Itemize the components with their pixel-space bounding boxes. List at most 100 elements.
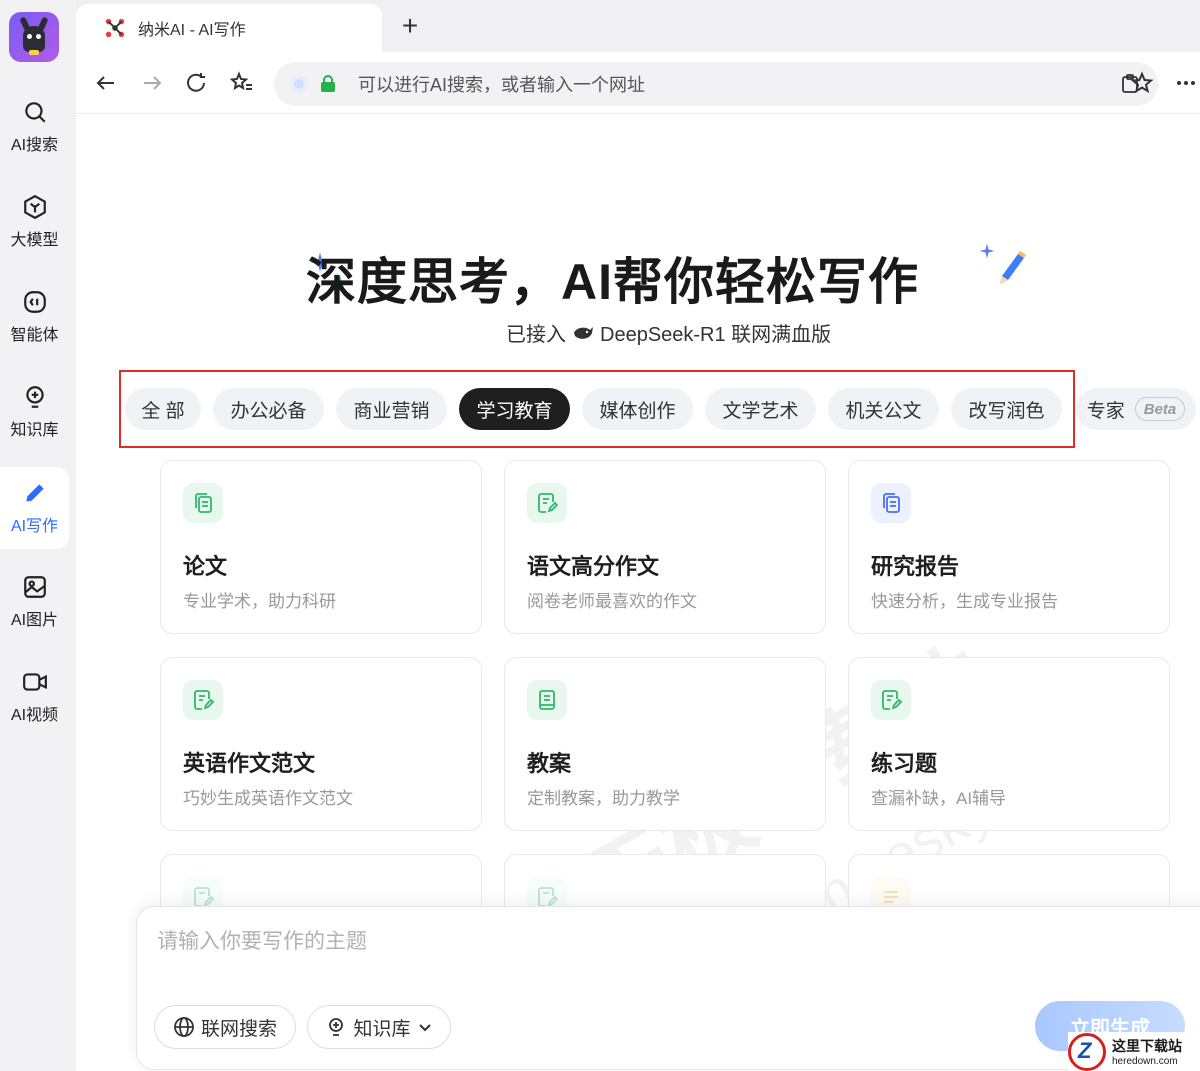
card-desc: 快速分析，生成专业报告 bbox=[871, 592, 1058, 611]
card-desc: 阅卷老师最喜欢的作文 bbox=[527, 592, 697, 611]
chevron-down-icon bbox=[418, 1024, 431, 1032]
globe-icon bbox=[174, 1017, 194, 1037]
sidebar-item-ai-search[interactable]: AI搜索 bbox=[0, 86, 69, 168]
card-title: 研究报告 bbox=[871, 554, 960, 579]
category-expert-label: 专家 bbox=[1086, 400, 1125, 422]
edit-note-icon bbox=[538, 887, 558, 907]
writing-input-panel: 联网搜索 知识库 立即生成 bbox=[136, 906, 1200, 1070]
card-lesson-plan[interactable]: 教案 定制教案，助力教学 bbox=[504, 657, 826, 831]
card-desc: 巧妙生成英语作文范文 bbox=[183, 789, 353, 808]
web-search-toggle[interactable]: 联网搜索 bbox=[154, 1005, 296, 1049]
tab-title: 纳米AI - AI写作 bbox=[138, 22, 246, 39]
more-dots-icon bbox=[1177, 81, 1195, 85]
model-cube-icon bbox=[23, 194, 46, 220]
badge-cn: 这里下载站 bbox=[1112, 1038, 1182, 1054]
edit-note-icon bbox=[194, 690, 214, 710]
sidebar-item-ai-video[interactable]: AI视频 bbox=[0, 656, 69, 738]
category-rewrite[interactable]: 改写润色 bbox=[951, 388, 1062, 430]
card-title: 练习题 bbox=[871, 751, 938, 776]
card-title: 英语作文范文 bbox=[183, 751, 316, 776]
sidebar-item-label: AI视频 bbox=[10, 707, 59, 724]
favorites-list-button[interactable] bbox=[228, 69, 256, 97]
list-icon bbox=[884, 891, 898, 903]
category-literature[interactable]: 文学艺术 bbox=[705, 388, 816, 430]
card-desc: 定制教案，助力教学 bbox=[527, 789, 680, 808]
nami-logo-icon bbox=[105, 18, 125, 38]
arrow-right-icon bbox=[144, 76, 162, 90]
back-button[interactable] bbox=[92, 69, 120, 97]
video-icon bbox=[22, 673, 47, 691]
hero-title: 深度思考，AI帮你轻松写作 bbox=[306, 254, 919, 310]
lightbulb-icon bbox=[25, 386, 44, 408]
search-icon bbox=[24, 102, 46, 123]
card-thesis[interactable]: 论文 专业学术，助力科研 bbox=[160, 460, 482, 634]
agent-icon bbox=[23, 291, 46, 313]
deepseek-whale-icon bbox=[574, 326, 593, 339]
edit-note-icon bbox=[538, 493, 558, 513]
star-list-icon bbox=[230, 71, 252, 91]
hero-subtitle: 已接入 DeepSeek-R1 联网满血版 bbox=[506, 318, 831, 347]
beta-badge: Beta bbox=[1134, 397, 1186, 421]
reload-icon bbox=[187, 73, 205, 92]
badge-en: heredown.com bbox=[1112, 1056, 1178, 1067]
sidebar-item-label: 知识库 bbox=[10, 422, 59, 439]
site-watermark-badge: Z 这里下载站 heredown.com bbox=[1068, 1032, 1200, 1071]
sidebar-item-label: 大模型 bbox=[10, 232, 59, 249]
card-title: 语文高分作文 bbox=[527, 554, 660, 579]
category-expert[interactable]: 专家 Beta bbox=[1076, 388, 1196, 430]
document-copy-icon bbox=[195, 493, 212, 513]
category-all[interactable]: 全 部 bbox=[125, 388, 201, 430]
card-chinese-essay[interactable]: 语文高分作文 阅卷老师最喜欢的作文 bbox=[504, 460, 826, 634]
knowledge-base-dropdown[interactable]: 知识库 bbox=[307, 1005, 451, 1049]
card-title: 论文 bbox=[183, 554, 228, 579]
address-bar[interactable]: 可以进行AI搜索，或者输入一个网址 bbox=[274, 62, 1158, 106]
category-marketing[interactable]: 商业营销 bbox=[336, 388, 447, 430]
sidebar-item-model[interactable]: 大模型 bbox=[0, 181, 69, 263]
edit-note-icon bbox=[882, 690, 902, 710]
address-placeholder: 可以进行AI搜索，或者输入一个网址 bbox=[358, 75, 646, 95]
knowledge-label: 知识库 bbox=[353, 1018, 411, 1040]
report-copy-icon bbox=[883, 493, 900, 513]
browser-tab[interactable]: 纳米AI - AI写作 bbox=[76, 4, 382, 52]
sidebar-item-ai-image[interactable]: AI图片 bbox=[0, 561, 69, 643]
tab-bar: 纳米AI - AI写作 + bbox=[76, 0, 1200, 52]
forward-button[interactable] bbox=[138, 69, 166, 97]
card-desc: 专业学术，助力科研 bbox=[183, 592, 336, 611]
sidebar-item-label: AI搜索 bbox=[10, 137, 59, 154]
web-search-label: 联网搜索 bbox=[200, 1018, 277, 1040]
category-official-docs[interactable]: 机关公文 bbox=[828, 388, 939, 430]
card-desc: 查漏补缺，AI辅导 bbox=[871, 789, 1007, 808]
pencil-decor-icon bbox=[1000, 251, 1026, 284]
bookmark-button[interactable] bbox=[1128, 69, 1156, 97]
browser-toolbar: 可以进行AI搜索，或者输入一个网址 bbox=[76, 52, 1200, 114]
star-icon bbox=[1130, 71, 1154, 94]
lock-icon bbox=[321, 75, 335, 92]
card-exercises[interactable]: 练习题 查漏补缺，AI辅导 bbox=[848, 657, 1170, 831]
search-engine-icon bbox=[290, 75, 308, 93]
app-logo[interactable] bbox=[9, 12, 59, 62]
sidebar-item-agent[interactable]: 智能体 bbox=[0, 276, 69, 358]
image-icon bbox=[23, 576, 46, 598]
new-tab-button[interactable]: + bbox=[396, 12, 424, 40]
sidebar-item-knowledge[interactable]: 知识库 bbox=[0, 371, 69, 453]
category-office[interactable]: 办公必备 bbox=[213, 388, 324, 430]
edit-note-icon bbox=[194, 887, 214, 907]
category-media[interactable]: 媒体创作 bbox=[582, 388, 693, 430]
more-menu-button[interactable] bbox=[1172, 69, 1200, 97]
book-icon bbox=[539, 690, 555, 710]
watermark-logo-icon: Z bbox=[1068, 1032, 1106, 1071]
card-research-report[interactable]: 研究报告 快速分析，生成专业报告 bbox=[848, 460, 1170, 634]
sidebar-item-label: AI写作 bbox=[10, 518, 59, 535]
pencil-icon bbox=[25, 484, 44, 502]
card-english-essay[interactable]: 英语作文范文 巧妙生成英语作文范文 bbox=[160, 657, 482, 831]
topic-input[interactable] bbox=[157, 925, 1157, 985]
sidebar: AI搜索 大模型 智能体 知识库 AI写作 AI图片 AI视频 bbox=[0, 0, 76, 1071]
card-title: 教案 bbox=[527, 751, 572, 776]
sidebar-item-label: AI图片 bbox=[10, 612, 59, 629]
subtitle-model: DeepSeek-R1 联网满血版 bbox=[600, 324, 832, 346]
sidebar-item-ai-writing[interactable]: AI写作 bbox=[0, 467, 69, 549]
subtitle-prefix: 已接入 bbox=[506, 324, 566, 346]
category-education[interactable]: 学习教育 bbox=[459, 388, 570, 430]
reload-button[interactable] bbox=[182, 69, 210, 97]
lightbulb-icon bbox=[329, 1018, 344, 1036]
